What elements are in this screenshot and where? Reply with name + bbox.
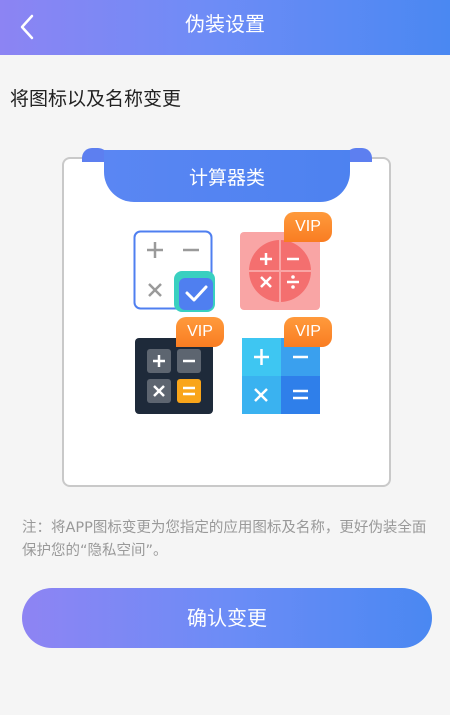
page-title: 伪装设置 <box>185 12 265 36</box>
vip-badge: VIP <box>176 317 224 347</box>
calculator-white-icon <box>133 230 215 312</box>
calculator-icon-option-1[interactable] <box>133 230 215 312</box>
calculator-icon-option-4[interactable] <box>242 338 320 414</box>
note-text: 注：将APP图标变更为您指定的应用图标及名称，更好伪装全面保护您的“隐私空间”。 <box>22 520 427 559</box>
section-label: 将图标以及名称变更 <box>10 88 182 110</box>
card-category-tab: 计算器类 <box>104 150 350 202</box>
calculator-pink-icon <box>240 232 320 310</box>
calculator-icon-option-3[interactable] <box>135 338 213 414</box>
top-nav-bar: 伪装设置 <box>0 0 450 55</box>
icon-card <box>62 157 391 487</box>
vip-badge: VIP <box>284 212 332 242</box>
calculator-blue-icon <box>242 338 320 414</box>
calculator-dark-icon <box>135 338 213 414</box>
vip-badge: VIP <box>284 317 332 347</box>
calculator-icon-option-2[interactable] <box>240 232 320 310</box>
confirm-change-button[interactable]: 确认变更 <box>22 588 432 648</box>
